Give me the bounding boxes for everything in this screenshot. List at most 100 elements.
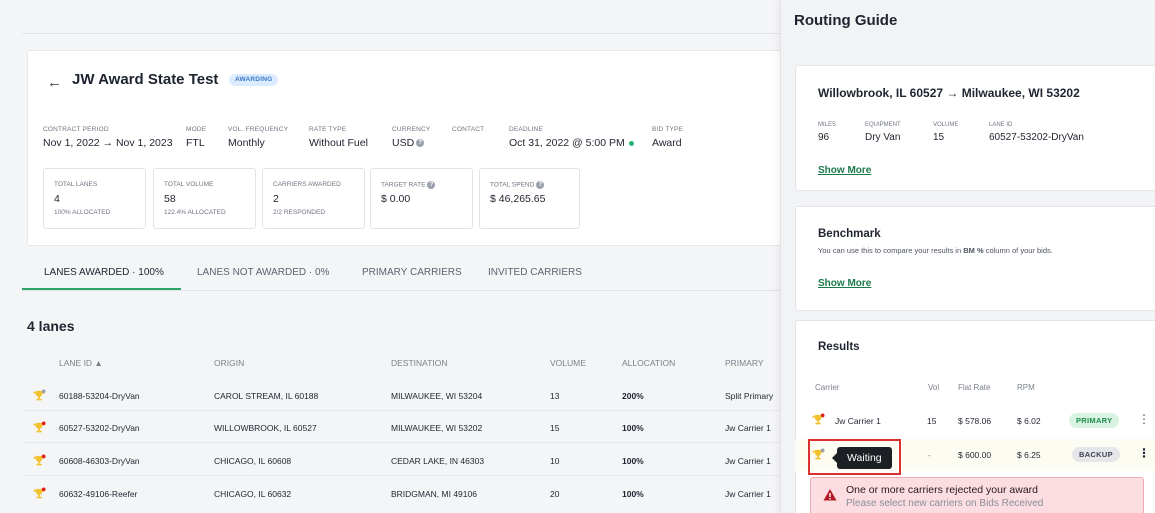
field-label-volume: VOLUME	[933, 122, 959, 128]
backup-badge: BACKUP	[1072, 447, 1120, 462]
active-tab-indicator	[22, 288, 181, 290]
stat-label: TARGET RATE?	[381, 181, 436, 189]
meta-label-contact: CONTACT	[452, 126, 485, 133]
cell-lane-id: 60527-53202-DryVan	[59, 423, 140, 433]
column-header-volume[interactable]: VOLUME	[550, 358, 586, 368]
stat-sub: 122.4% ALLOCATED	[164, 209, 226, 216]
meta-value-vol-frequency: Monthly	[228, 137, 265, 149]
tab-lanes-not-awarded[interactable]: LANES NOT AWARDED · 0%	[197, 267, 329, 278]
meta-value-currency: USD?	[392, 137, 425, 149]
stat-label: TOTAL SPEND?	[490, 181, 545, 189]
cell-destination: CEDAR LAKE, IN 46303	[391, 456, 485, 466]
meta-label-currency: CURRENCY	[392, 126, 431, 133]
column-header-lane-id[interactable]: LANE ID ▲	[59, 358, 103, 368]
contract-page: ← JW Award State Test AWARDING CONTRACT …	[0, 0, 780, 513]
stat-value: 4	[54, 193, 60, 205]
stat-value: 2	[273, 193, 279, 205]
benchmark-show-more-link[interactable]: Show More	[818, 278, 871, 289]
stat-sub: 2/2 RESPONDED	[273, 209, 326, 216]
meta-value-deadline: Oct 31, 2022 @ 5:00 PM	[509, 137, 634, 149]
field-value-volume: 15	[933, 132, 945, 143]
cell-origin: CHICAGO, IL 60608	[214, 456, 292, 466]
stat-total-volume: TOTAL VOLUME 58 122.4% ALLOCATED	[153, 168, 256, 229]
field-value-miles: 96	[818, 132, 830, 143]
field-value-lane-id: 60527-53202-DryVan	[989, 132, 1084, 143]
help-icon[interactable]: ?	[416, 139, 425, 148]
help-icon[interactable]: ?	[536, 181, 545, 189]
trophy-icon	[33, 487, 46, 499]
results-cell-rpm: $ 6.25	[1017, 450, 1041, 460]
stat-total-spend: TOTAL SPEND? $ 46,265.65	[479, 168, 580, 229]
cell-lane-id: 60608-46303-DryVan	[59, 456, 140, 466]
meta-label-deadline: DEADLINE	[509, 126, 544, 133]
table-row[interactable]: 60527-53202-DryVan WILLOWBROOK, IL 60527…	[22, 413, 780, 443]
stat-label: TOTAL VOLUME	[164, 181, 214, 188]
cell-destination: BRIDGMAN, MI 49106	[391, 489, 477, 499]
top-divider	[22, 33, 780, 34]
cell-volume: 13	[550, 391, 560, 401]
back-arrow-icon[interactable]: ←	[47, 74, 62, 91]
alert-subtitle: Please select new carriers on Bids Recei…	[846, 498, 1044, 509]
trophy-icon	[33, 454, 46, 466]
meta-label-vol-frequency: VOL. FREQUENCY	[228, 126, 289, 133]
results-header-carrier: Carrier	[815, 383, 840, 392]
field-label-equipment: EQUIPMENT	[865, 122, 901, 128]
status-badge: AWARDING	[229, 74, 279, 86]
table-row[interactable]: 60632-49106-Reefer CHICAGO, IL 60632 BRI…	[22, 479, 780, 509]
kebab-menu-icon[interactable]: ⋮	[1138, 446, 1150, 460]
waiting-tooltip: Waiting	[832, 447, 892, 469]
tab-primary-carriers[interactable]: PRIMARY CARRIERS	[362, 267, 462, 278]
field-label-miles: MILES	[818, 122, 837, 128]
stat-value: 58	[164, 193, 176, 205]
results-cell-vol: 15	[927, 416, 937, 426]
trophy-icon	[33, 389, 46, 401]
show-more-link[interactable]: Show More	[818, 165, 871, 176]
benchmark-title: Benchmark	[818, 228, 881, 240]
cell-allocation: 100%	[622, 423, 644, 433]
help-icon[interactable]: ?	[427, 181, 436, 189]
table-row[interactable]: 60608-46303-DryVan CHICAGO, IL 60608 CED…	[22, 446, 780, 476]
alert-title: One or more carriers rejected your award	[846, 484, 1038, 496]
meta-value-contract-period: Nov 1, 2022 → Nov 1, 2023	[43, 137, 173, 149]
field-label-lane-id: LANE ID	[989, 122, 1013, 128]
cell-origin: CAROL STREAM, IL 60188	[214, 391, 319, 401]
results-header-flat-rate: Flat Rate	[958, 383, 991, 392]
tab-invited-carriers[interactable]: INVITED CARRIERS	[488, 267, 582, 278]
meta-label-contract-period: CONTRACT PERIOD	[43, 126, 109, 133]
meta-value-bid-type: Award	[652, 137, 682, 149]
column-header-primary[interactable]: PRIMARY	[725, 358, 764, 368]
cell-allocation: 200%	[622, 391, 644, 401]
results-header-rpm: RPM	[1017, 383, 1035, 392]
benchmark-card: Benchmark You can use this to compare yo…	[795, 206, 1155, 311]
stat-value: $ 0.00	[381, 193, 411, 205]
status-dot-icon	[628, 140, 634, 146]
warning-icon	[823, 489, 837, 501]
results-cell-carrier: Jw Carrier 1	[835, 416, 881, 426]
cell-primary: Jw Carrier 1	[725, 489, 771, 499]
cell-volume: 15	[550, 423, 560, 433]
meta-value-mode: FTL	[186, 137, 205, 149]
results-cell-rpm: $ 6.02	[1017, 416, 1041, 426]
cell-volume: 20	[550, 489, 560, 499]
stat-label: CARRIERS AWARDED	[273, 181, 341, 188]
lane-details-card: Willowbrook, IL 60527 → Milwaukee, WI 53…	[795, 65, 1155, 191]
panel-title: Routing Guide	[794, 12, 898, 29]
column-header-allocation[interactable]: ALLOCATION	[622, 358, 675, 368]
table-row[interactable]: 60188-53204-DryVan CAROL STREAM, IL 6018…	[22, 381, 780, 411]
column-header-origin[interactable]: ORIGIN	[214, 358, 244, 368]
column-header-destination[interactable]: DESTINATION	[391, 358, 448, 368]
primary-badge: PRIMARY	[1069, 413, 1120, 428]
benchmark-description: You can use this to compare your results…	[818, 246, 1053, 255]
rejection-alert: One or more carriers rejected your award…	[810, 477, 1144, 513]
cell-allocation: 100%	[622, 456, 644, 466]
stat-sub: 100% ALLOCATED	[54, 209, 111, 216]
tab-lanes-awarded[interactable]: LANES AWARDED · 100%	[44, 267, 164, 278]
lanes-count-heading: 4 lanes	[27, 318, 75, 334]
waiting-highlight: Waiting	[808, 439, 901, 475]
kebab-menu-icon[interactable]: ⋮	[1138, 412, 1150, 426]
results-title: Results	[818, 341, 860, 353]
results-cell-flat-rate: $ 578.06	[958, 416, 992, 426]
meta-label-bid-type: BID TYPE	[652, 126, 684, 133]
page-title: JW Award State Test	[72, 71, 219, 88]
results-row[interactable]: Jw Carrier 1 15 $ 578.06 $ 6.02 PRIMARY …	[795, 405, 1155, 437]
